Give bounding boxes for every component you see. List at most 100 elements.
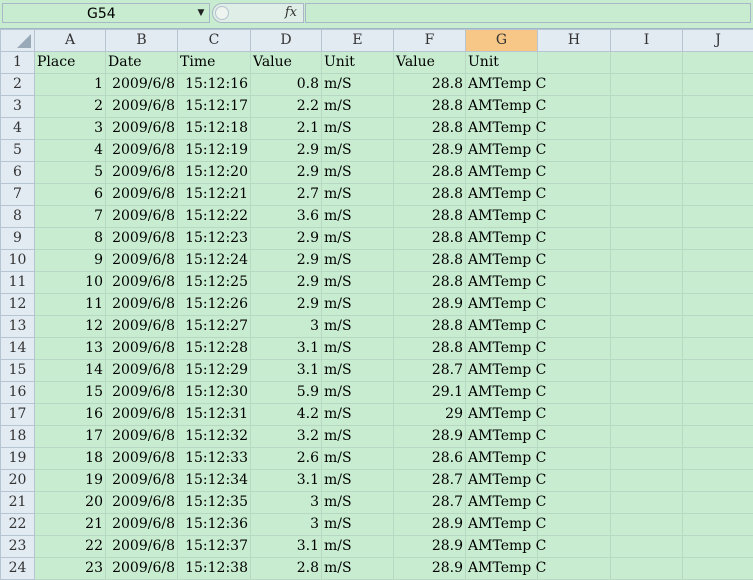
cell[interactable]: [611, 96, 683, 118]
cell-place[interactable]: 18: [35, 448, 106, 470]
cell[interactable]: [683, 514, 753, 536]
cell-date[interactable]: 2009/6/8: [106, 272, 178, 294]
cell-value-2[interactable]: 28.8: [394, 162, 466, 184]
cell-value[interactable]: 2.6: [251, 448, 322, 470]
cell-time[interactable]: 15:12:36: [178, 514, 251, 536]
cell-date[interactable]: 2009/6/8: [106, 514, 178, 536]
cell-value[interactable]: 2.9: [251, 140, 322, 162]
cell[interactable]: [611, 250, 683, 272]
cell[interactable]: [611, 162, 683, 184]
cell-place[interactable]: 12: [35, 316, 106, 338]
row-header[interactable]: 6: [1, 162, 35, 184]
cell[interactable]: [611, 140, 683, 162]
cell-place[interactable]: 4: [35, 140, 106, 162]
cell[interactable]: [611, 470, 683, 492]
cell[interactable]: [538, 316, 611, 338]
row-header[interactable]: 11: [1, 272, 35, 294]
cell-value-2[interactable]: 28.8: [394, 338, 466, 360]
cell[interactable]: [683, 162, 753, 184]
cell-value-2[interactable]: 29.1: [394, 382, 466, 404]
cell-date[interactable]: 2009/6/8: [106, 162, 178, 184]
cell[interactable]: [538, 470, 611, 492]
cell-date[interactable]: 2009/6/8: [106, 250, 178, 272]
cell-unit-2[interactable]: AMTemp C: [466, 140, 538, 162]
cell[interactable]: Time: [178, 52, 251, 74]
cell-time[interactable]: 15:12:20: [178, 162, 251, 184]
cell[interactable]: [683, 250, 753, 272]
cell-time[interactable]: 15:12:35: [178, 492, 251, 514]
cell[interactable]: [538, 294, 611, 316]
row-header[interactable]: 10: [1, 250, 35, 272]
cell-date[interactable]: 2009/6/8: [106, 140, 178, 162]
cell-unit-2[interactable]: AMTemp C: [466, 272, 538, 294]
cell-value-2[interactable]: 28.7: [394, 360, 466, 382]
cell-value[interactable]: 2.9: [251, 272, 322, 294]
cell-value[interactable]: 3: [251, 316, 322, 338]
column-header-d[interactable]: D: [251, 30, 322, 52]
column-header-b[interactable]: B: [106, 30, 178, 52]
cell-unit[interactable]: m/S: [322, 162, 394, 184]
cell[interactable]: [538, 96, 611, 118]
cell-unit[interactable]: m/S: [322, 558, 394, 580]
cell-unit-2[interactable]: AMTemp C: [466, 470, 538, 492]
insert-function-icon[interactable]: fx: [285, 5, 297, 20]
cell-place[interactable]: 5: [35, 162, 106, 184]
cell-time[interactable]: 15:12:24: [178, 250, 251, 272]
cell-place[interactable]: 10: [35, 272, 106, 294]
resize-grip-icon[interactable]: [215, 6, 229, 20]
cell-value[interactable]: 2.9: [251, 228, 322, 250]
cell-value-2[interactable]: 28.9: [394, 514, 466, 536]
row-header[interactable]: 1: [1, 52, 35, 74]
cell[interactable]: Place: [35, 52, 106, 74]
cell-unit-2[interactable]: AMTemp C: [466, 74, 538, 96]
cell[interactable]: [538, 74, 611, 96]
cell-time[interactable]: 15:12:38: [178, 558, 251, 580]
cell-unit[interactable]: m/S: [322, 228, 394, 250]
cell[interactable]: [611, 536, 683, 558]
cell-value-2[interactable]: 28.9: [394, 536, 466, 558]
column-header-a[interactable]: A: [35, 30, 106, 52]
cell-place[interactable]: 11: [35, 294, 106, 316]
cell-unit[interactable]: m/S: [322, 360, 394, 382]
cell-date[interactable]: 2009/6/8: [106, 426, 178, 448]
cell-value-2[interactable]: 28.9: [394, 426, 466, 448]
cell[interactable]: [683, 404, 753, 426]
cell-place[interactable]: 2: [35, 96, 106, 118]
cell[interactable]: [611, 338, 683, 360]
cell-date[interactable]: 2009/6/8: [106, 360, 178, 382]
cell-date[interactable]: 2009/6/8: [106, 228, 178, 250]
cell-date[interactable]: 2009/6/8: [106, 448, 178, 470]
cell-unit[interactable]: m/S: [322, 470, 394, 492]
cell[interactable]: Value: [394, 52, 466, 74]
cell-time[interactable]: 15:12:30: [178, 382, 251, 404]
cell[interactable]: [683, 184, 753, 206]
cell[interactable]: Unit: [466, 52, 538, 74]
cell-unit-2[interactable]: AMTemp C: [466, 536, 538, 558]
cell-value-2[interactable]: 28.8: [394, 250, 466, 272]
cell[interactable]: [683, 74, 753, 96]
cell-date[interactable]: 2009/6/8: [106, 492, 178, 514]
cell-value[interactable]: 2.9: [251, 250, 322, 272]
column-header-i[interactable]: I: [611, 30, 683, 52]
cell-value[interactable]: 5.9: [251, 382, 322, 404]
cell-value[interactable]: 2.7: [251, 184, 322, 206]
cell-value-2[interactable]: 28.8: [394, 206, 466, 228]
select-all-corner[interactable]: [1, 30, 35, 52]
cell[interactable]: [683, 228, 753, 250]
cell[interactable]: [611, 514, 683, 536]
cell-unit[interactable]: m/S: [322, 250, 394, 272]
cell-place[interactable]: 9: [35, 250, 106, 272]
cell-value-2[interactable]: 28.8: [394, 74, 466, 96]
cell-date[interactable]: 2009/6/8: [106, 294, 178, 316]
cell[interactable]: [683, 294, 753, 316]
cell-time[interactable]: 15:12:27: [178, 316, 251, 338]
cell[interactable]: [611, 118, 683, 140]
cell[interactable]: [538, 206, 611, 228]
cell[interactable]: [538, 514, 611, 536]
cell-unit-2[interactable]: AMTemp C: [466, 162, 538, 184]
cell-value-2[interactable]: 28.8: [394, 316, 466, 338]
cell-value-2[interactable]: 28.9: [394, 558, 466, 580]
cell-date[interactable]: 2009/6/8: [106, 470, 178, 492]
cell-place[interactable]: 16: [35, 404, 106, 426]
cell-unit-2[interactable]: AMTemp C: [466, 316, 538, 338]
